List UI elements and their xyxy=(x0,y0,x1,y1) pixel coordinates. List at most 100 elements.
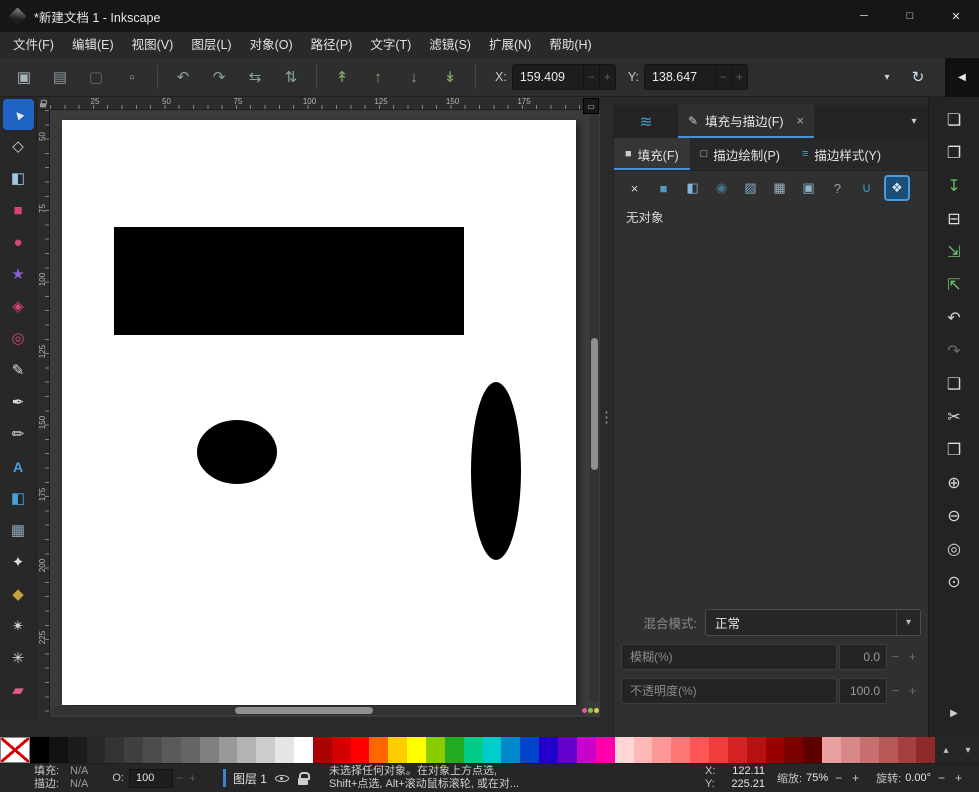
vertical-scrollbar-thumb[interactable] xyxy=(591,338,598,470)
palette-swatch[interactable] xyxy=(501,737,520,763)
palette-swatch[interactable] xyxy=(898,737,917,763)
palette-swatch[interactable] xyxy=(445,737,464,763)
import-button[interactable]: ⇲ xyxy=(937,235,971,268)
flip-horizontal-button[interactable]: ⇆ xyxy=(237,62,273,92)
pencil-tool[interactable]: ✎ xyxy=(3,355,34,386)
vertical-scrollbar[interactable] xyxy=(590,112,599,703)
black-ellipse-tall-shape[interactable] xyxy=(471,382,521,560)
text-tool[interactable]: A xyxy=(3,451,34,482)
layer-name[interactable]: 图层 1 xyxy=(233,770,267,787)
menu-item[interactable]: 扩展(N) xyxy=(480,32,540,58)
blend-mode-select[interactable]: 正常 ▾ xyxy=(705,609,921,636)
minimize-button[interactable]: ─ xyxy=(841,0,887,32)
palette-swatch[interactable] xyxy=(520,737,539,763)
black-ellipse-small-shape[interactable] xyxy=(197,420,277,484)
y-input[interactable]: 138.647 xyxy=(644,64,716,90)
paint-bucket-tool[interactable]: ◆ xyxy=(3,579,34,610)
rotate-ccw-button[interactable]: ↶ xyxy=(165,62,201,92)
palette-swatch[interactable] xyxy=(332,737,351,763)
opacity-statusbar-increment[interactable]: + xyxy=(186,771,199,785)
checkerboard-button[interactable]: ▦ xyxy=(768,177,791,200)
menu-item[interactable]: 图层(L) xyxy=(182,32,240,58)
close-button[interactable]: ✕ xyxy=(933,0,979,32)
palette-swatch[interactable] xyxy=(483,737,502,763)
pen-tool[interactable]: ✒ xyxy=(3,387,34,418)
zoom-out-button[interactable]: − xyxy=(832,771,845,785)
select-all-button[interactable]: ▣ xyxy=(6,62,42,92)
active-swatch-button[interactable]: ❖ xyxy=(884,175,910,201)
menu-item[interactable]: 视图(V) xyxy=(123,32,183,58)
canvas[interactable] xyxy=(50,110,600,717)
opacity-statusbar-decrement[interactable]: − xyxy=(173,771,186,785)
opacity-panel-value[interactable]: 100.0 xyxy=(839,678,887,704)
menu-item[interactable]: 编辑(E) xyxy=(63,32,123,58)
star-tool[interactable]: ★ xyxy=(3,259,34,290)
palette-swatch[interactable] xyxy=(671,737,690,763)
palette-swatch[interactable] xyxy=(822,737,841,763)
rotation-increment-button[interactable]: + xyxy=(952,771,965,785)
palette-swatch[interactable] xyxy=(369,737,388,763)
palette-swatch[interactable] xyxy=(219,737,238,763)
fill-stroke-dock-tab[interactable]: ✎ 填充与描边(F) × xyxy=(678,105,814,138)
spiral-tool[interactable]: ◎ xyxy=(3,323,34,354)
palette-swatch[interactable] xyxy=(256,737,275,763)
h-ruler[interactable]: 255075100125150175 xyxy=(50,97,600,110)
rotate-cw-button[interactable]: ↷ xyxy=(201,62,237,92)
palette-swatch[interactable] xyxy=(652,737,671,763)
palette-swatch[interactable] xyxy=(294,737,313,763)
palette-swatch[interactable] xyxy=(30,737,49,763)
dock-menu-button[interactable]: ▾ xyxy=(900,105,928,138)
horizontal-scrollbar-thumb[interactable] xyxy=(235,707,373,714)
blur-value[interactable]: 0.0 xyxy=(839,644,887,670)
select-all-layers-button[interactable]: ▤ xyxy=(42,62,78,92)
palette-swatch[interactable] xyxy=(916,737,935,763)
menu-item[interactable]: 滤镜(S) xyxy=(420,32,480,58)
paste-button[interactable]: ❒ xyxy=(937,433,971,466)
menu-item[interactable]: 帮助(H) xyxy=(540,32,600,58)
redo-button[interactable]: ↷ xyxy=(937,334,971,367)
palette-swatch[interactable] xyxy=(464,737,483,763)
no-color-swatch[interactable] xyxy=(0,737,30,763)
new-document-button[interactable]: ❏ xyxy=(937,103,971,136)
blur-increment-button[interactable]: + xyxy=(904,644,921,670)
rectangle-tool[interactable]: ■ xyxy=(3,195,34,226)
palette-swatch[interactable] xyxy=(407,737,426,763)
palette-swatch[interactable] xyxy=(728,737,747,763)
tab-stroke-paint[interactable]: □描边绘制(P) xyxy=(690,138,791,170)
eraser-tool[interactable]: ▰ xyxy=(3,675,34,706)
palette-swatch[interactable] xyxy=(634,737,653,763)
palette-swatch[interactable] xyxy=(105,737,124,763)
shape-builder-tool[interactable]: ◧ xyxy=(3,163,34,194)
save-document-button[interactable]: ↧ xyxy=(937,169,971,202)
selector-tool[interactable]: ▲ xyxy=(3,99,34,130)
palette-swatch[interactable] xyxy=(539,737,558,763)
palette-swatch[interactable] xyxy=(558,737,577,763)
palette-swatch[interactable] xyxy=(709,737,728,763)
zoom-value[interactable]: 75% xyxy=(806,772,828,784)
rotation-value[interactable]: 0.00° xyxy=(905,772,931,784)
palette-swatch[interactable] xyxy=(690,737,709,763)
fill-stroke-indicator[interactable]: 填充: N/A 描边: N/A xyxy=(34,765,88,791)
zoom-in-button[interactable]: ⊕ xyxy=(937,466,971,499)
palette-swatch[interactable] xyxy=(162,737,181,763)
tab-fill[interactable]: ■填充(F) xyxy=(614,138,690,170)
palette-swatch[interactable] xyxy=(803,737,822,763)
menu-item[interactable]: 文字(T) xyxy=(361,32,420,58)
y-decrement-button[interactable]: − xyxy=(716,64,732,90)
palette-scroll-up-button[interactable]: ▴ xyxy=(935,737,957,763)
palette-swatch[interactable] xyxy=(49,737,68,763)
zoom-out-button[interactable]: ⊖ xyxy=(937,499,971,532)
palette-swatch[interactable] xyxy=(87,737,106,763)
raise-to-top-button[interactable]: ↟ xyxy=(324,62,360,92)
menu-item[interactable]: 对象(O) xyxy=(241,32,302,58)
cut-button[interactable]: ✂ xyxy=(937,400,971,433)
print-button[interactable]: ⊟ xyxy=(937,202,971,235)
canvas-corner-button[interactable]: ▭ xyxy=(583,98,599,114)
selection-box-button[interactable]: ▫ xyxy=(114,62,150,92)
palette-swatch[interactable] xyxy=(596,737,615,763)
palette-swatch[interactable] xyxy=(68,737,87,763)
opacity-input[interactable]: 100 xyxy=(129,769,173,788)
radial-gradient-button[interactable]: ◉ xyxy=(710,177,733,200)
lower-button[interactable]: ↓ xyxy=(396,62,432,92)
x-increment-button[interactable]: + xyxy=(600,64,616,90)
